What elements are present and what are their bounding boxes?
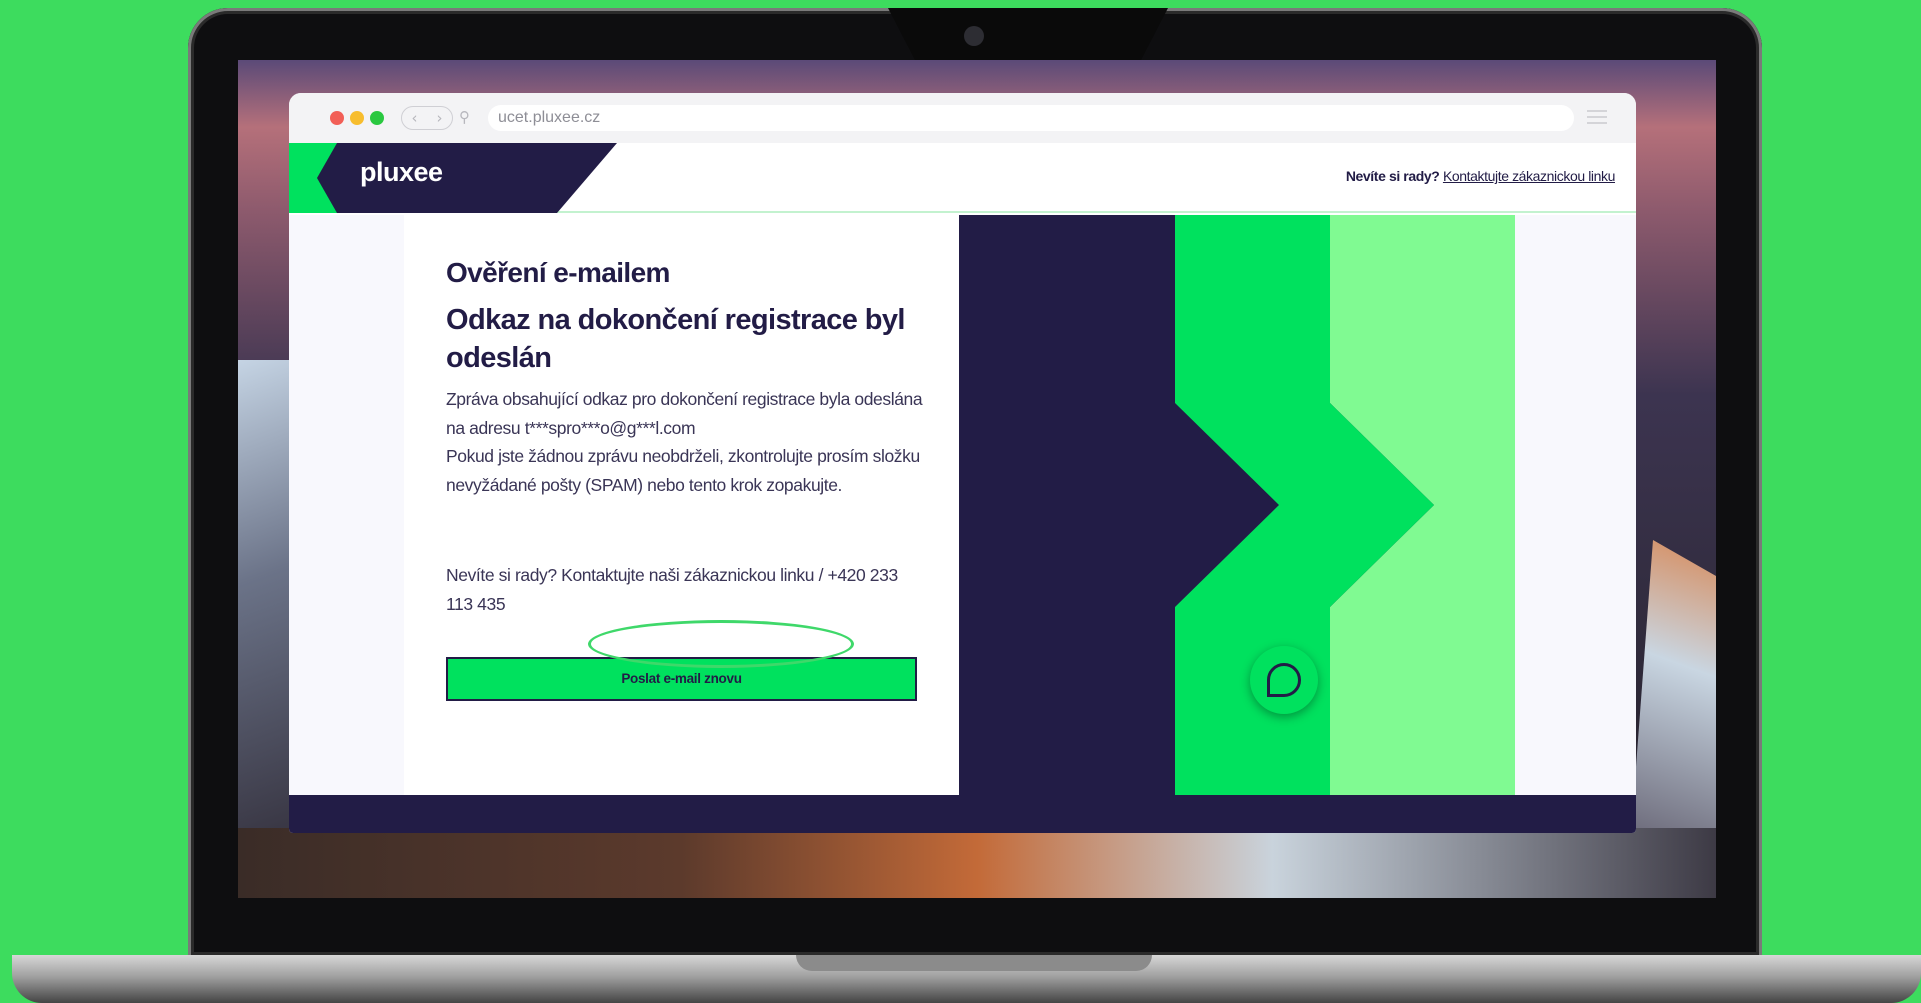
browser-window: ‹ › ⚲ ucet.pluxee.cz pluxee Nevíte si ra… xyxy=(289,93,1636,833)
search-icon: ⚲ xyxy=(459,108,470,126)
close-window-button[interactable] xyxy=(330,111,344,125)
header-help: Nevíte si rady? Kontaktujte zákaznickou … xyxy=(1345,168,1616,184)
site-header: pluxee Nevíte si rady? Kontaktujte zákaz… xyxy=(289,143,1636,213)
minimize-window-button[interactable] xyxy=(350,111,364,125)
chat-bubble-icon xyxy=(1267,663,1301,697)
email-highlight-annotation xyxy=(588,620,854,668)
browser-chrome: ‹ › ⚲ ucet.pluxee.cz xyxy=(289,93,1636,143)
main-content: Ověření e-mailem Odkaz na dokončení regi… xyxy=(289,215,1636,795)
verification-card: Ověření e-mailem Odkaz na dokončení regi… xyxy=(404,215,959,795)
confirmation-message: Zpráva obsahující odkaz pro dokončení re… xyxy=(446,385,926,499)
camera-icon xyxy=(964,26,984,46)
address-bar[interactable]: ucet.pluxee.cz xyxy=(488,105,1574,131)
maximize-window-button[interactable] xyxy=(370,111,384,125)
wallpaper-mountain-bottom xyxy=(238,828,1716,898)
back-icon[interactable]: ‹ xyxy=(412,109,418,127)
help-question: Nevíte si rady? xyxy=(1345,168,1440,184)
laptop-notch xyxy=(888,8,1168,62)
forward-icon[interactable]: › xyxy=(437,109,443,127)
page-subtitle: Odkaz na dokončení registrace byl odeslá… xyxy=(446,304,905,374)
laptop-hinge xyxy=(796,955,1152,971)
message-sent-text: Zpráva obsahující odkaz pro dokončení re… xyxy=(446,389,923,438)
contact-support-link[interactable]: Kontaktujte zákaznickou linku xyxy=(1443,168,1615,184)
menu-icon[interactable] xyxy=(1587,110,1607,124)
message-spam-hint: Pokud jste žádnou zprávu neobdrželi, zko… xyxy=(446,446,920,495)
contact-info: Nevíte si rady? Kontaktujte naši zákazni… xyxy=(446,565,898,614)
nav-buttons: ‹ › xyxy=(401,106,453,130)
site-footer xyxy=(289,795,1636,833)
page-title: Ověření e-mailem xyxy=(446,257,670,288)
pluxee-logo[interactable]: pluxee xyxy=(360,157,443,188)
chat-button[interactable] xyxy=(1250,646,1318,714)
